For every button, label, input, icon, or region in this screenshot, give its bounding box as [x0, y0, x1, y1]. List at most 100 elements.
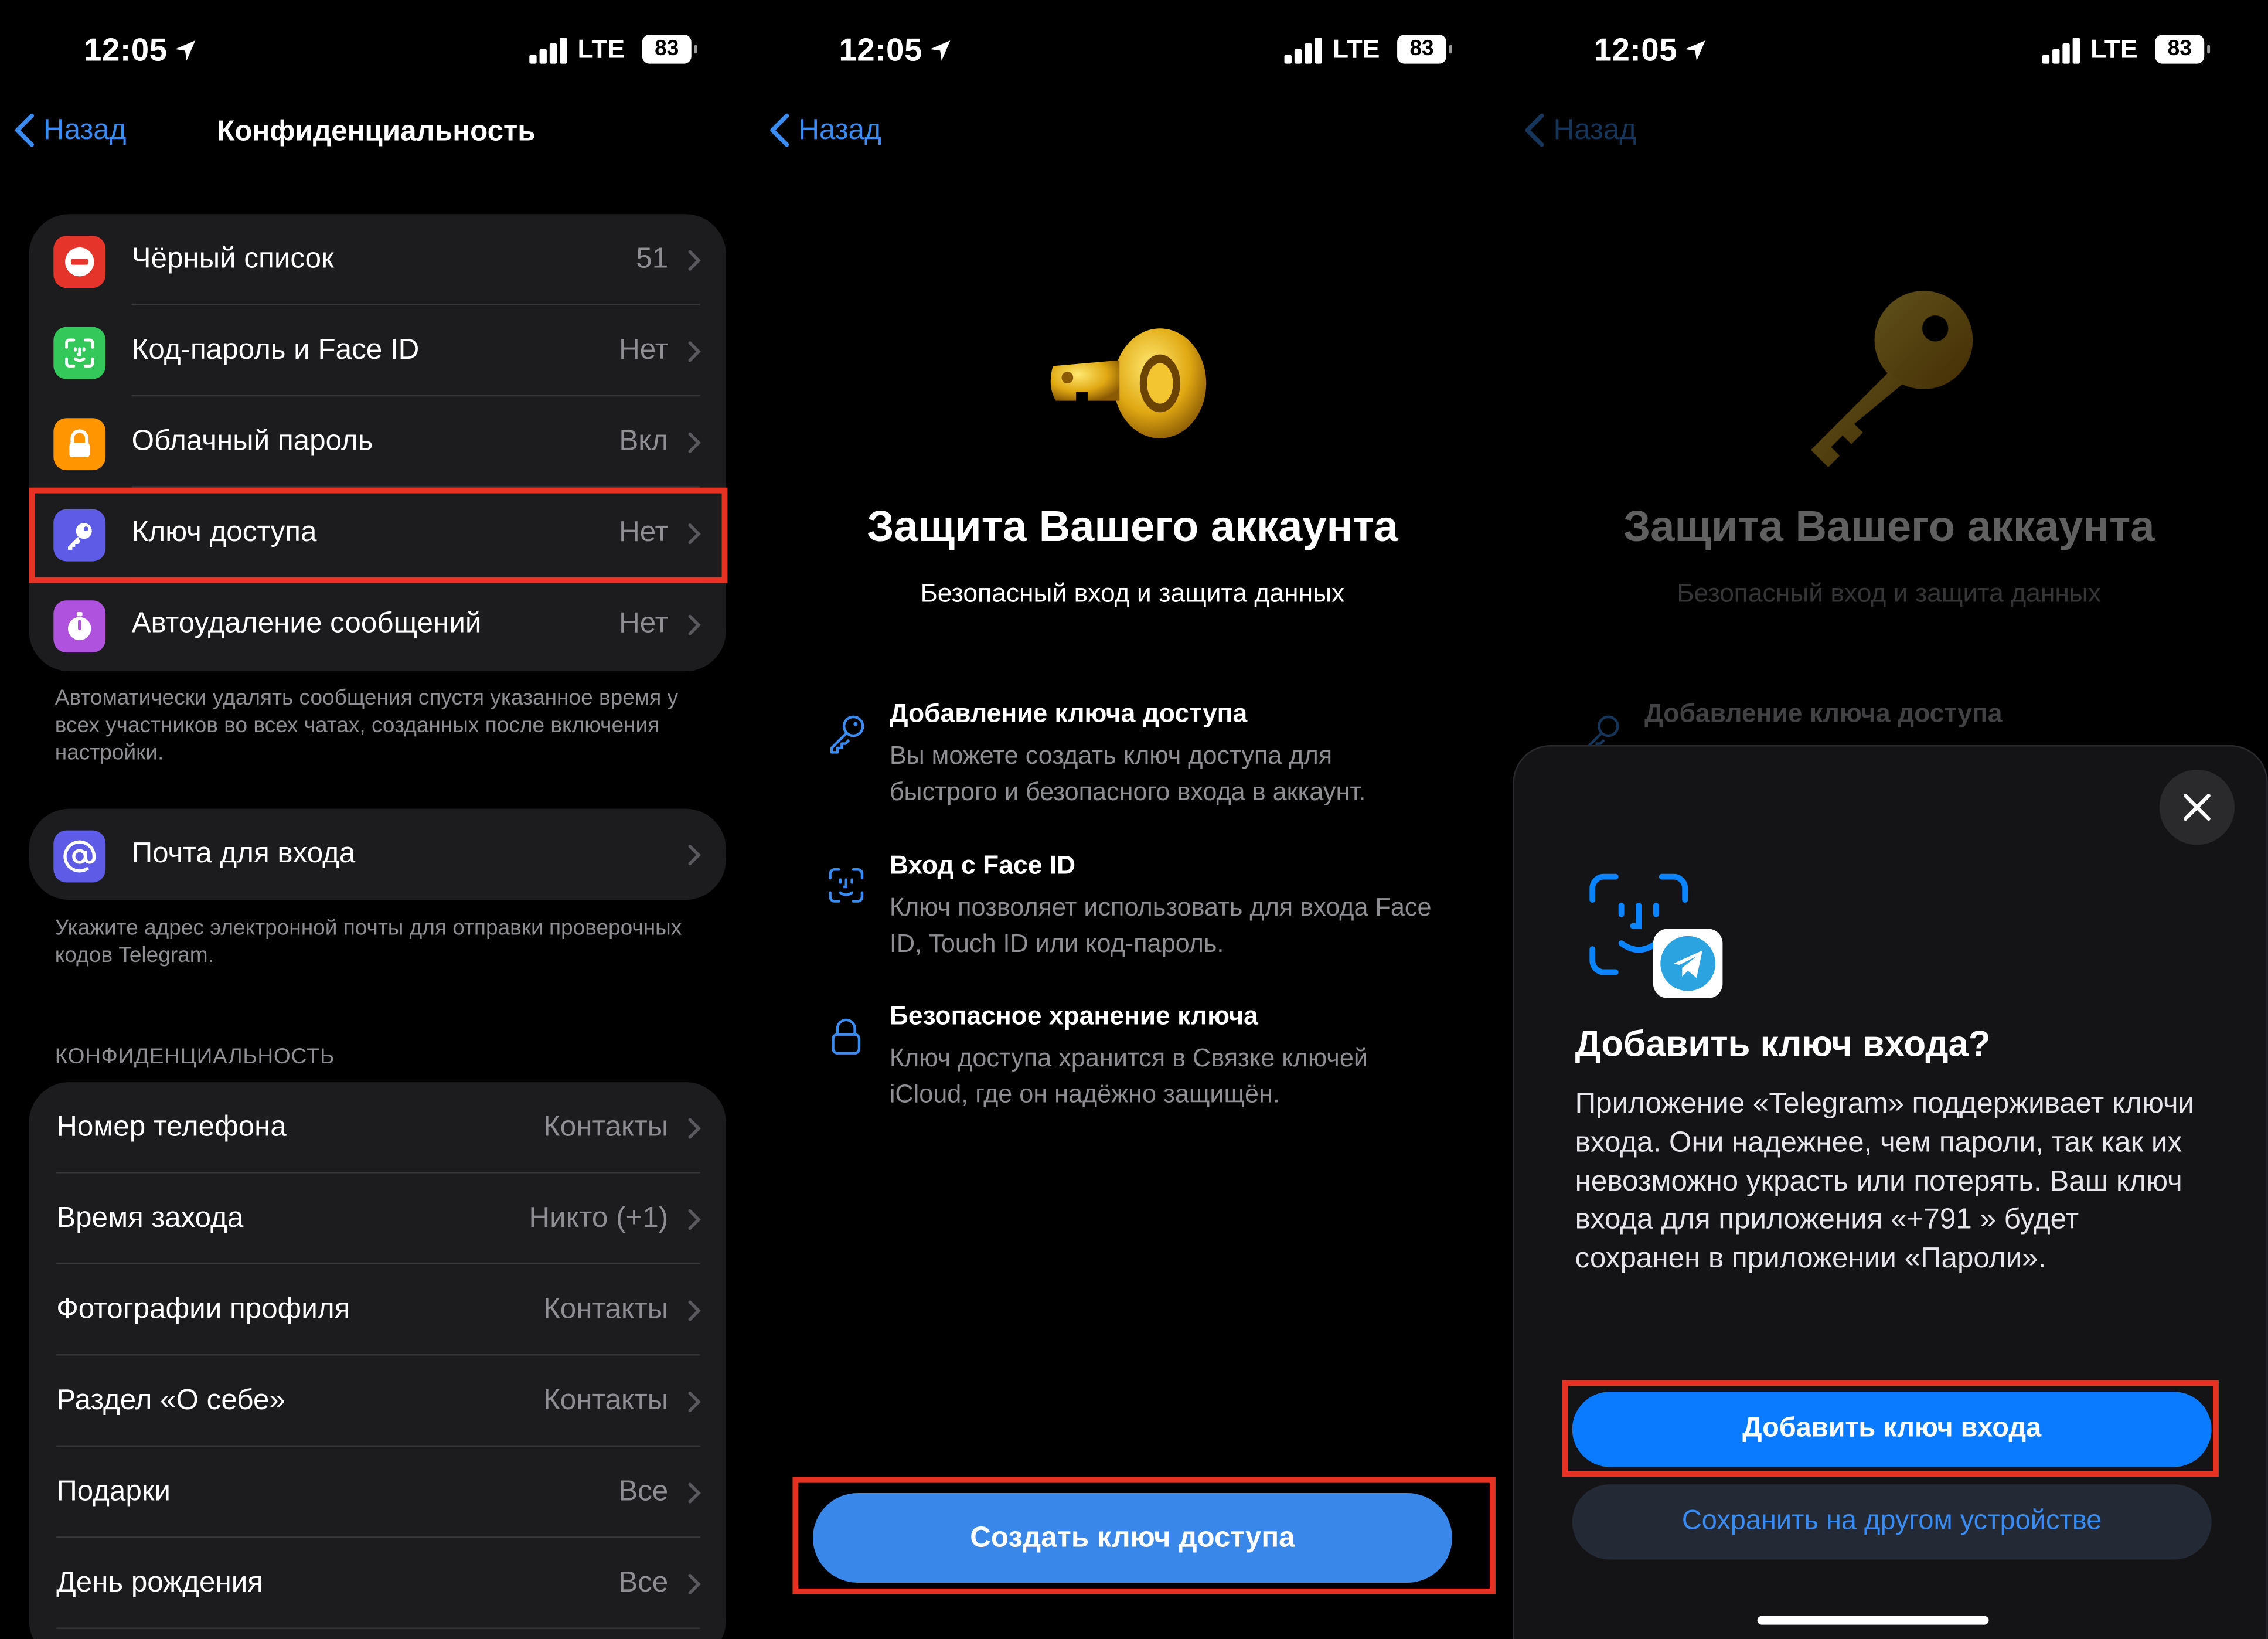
status-bar: 12:05 LTE 83 — [0, 26, 755, 75]
location-arrow-icon — [175, 40, 195, 61]
back-label: Назад — [1553, 113, 1637, 146]
feature-title: Добавление ключа доступа — [889, 699, 1248, 728]
row-bio[interactable]: Раздел «О себе» Контакты — [29, 1356, 726, 1447]
chevron-left-icon — [1525, 113, 1544, 147]
autodelete-note: Автоматически удалять сообщения спустя у… — [55, 685, 679, 766]
row-last-seen[interactable]: Время захода Никто (+1) — [29, 1174, 726, 1265]
privacy-section-header: КОНФИДЕНЦИАЛЬНОСТЬ — [55, 1044, 335, 1069]
privacy-group: Номер телефона Контакты Время захода Ник… — [29, 1082, 726, 1639]
network-type: LTE — [1332, 35, 1380, 64]
chevron-right-icon — [688, 845, 701, 866]
feature-description: Вы можете создать ключ доступа для быстр… — [889, 740, 1366, 805]
at-icon — [53, 830, 106, 883]
row-cloud-password[interactable]: Облачный пароль Вкл — [29, 396, 726, 488]
row-auto-delete[interactable]: Автоудаление сообщений Нет — [29, 579, 726, 669]
feature-title: Безопасное хранение ключа — [889, 1001, 1258, 1031]
timer-icon — [53, 600, 106, 653]
back-button[interactable]: Назад — [1524, 113, 1636, 148]
home-indicator[interactable] — [1757, 1616, 1989, 1625]
face-id-icon — [53, 327, 106, 379]
back-button[interactable]: Назад — [769, 113, 881, 148]
row-value: Нет — [619, 334, 669, 366]
hero-subtitle: Безопасный вход и защита данных — [1677, 579, 2102, 608]
location-arrow-icon — [929, 40, 950, 61]
highlight-box — [29, 487, 728, 583]
golden-key-icon — [1810, 291, 1973, 468]
chevron-right-icon — [688, 1118, 701, 1139]
row-login-email[interactable]: Почта для входа — [29, 809, 726, 900]
back-button[interactable]: Назад — [15, 113, 127, 148]
location-arrow-icon — [1684, 40, 1705, 61]
chevron-right-icon — [688, 1209, 701, 1230]
lock-icon — [53, 418, 106, 471]
chevron-right-icon — [688, 614, 701, 635]
block-icon — [53, 236, 106, 288]
highlight-box — [1562, 1380, 2219, 1477]
back-label: Назад — [43, 113, 127, 146]
separator — [56, 1627, 700, 1629]
chevron-left-icon — [770, 113, 789, 147]
battery-icon: 83 — [2155, 35, 2211, 64]
network-type: LTE — [577, 35, 625, 64]
row-label: Почта для входа — [131, 837, 356, 870]
hero-title: Защита Вашего аккаунта — [867, 503, 1398, 552]
row-profile-photos[interactable]: Фотографии профиля Контакты — [29, 1264, 726, 1356]
status-time: 12:05 — [1594, 32, 1707, 69]
row-value: Контакты — [543, 1293, 669, 1325]
signal-icon — [2042, 38, 2083, 64]
feature-title: Вход с Face ID — [889, 851, 1076, 880]
hero-subtitle: Безопасный вход и защита данных — [920, 579, 1345, 608]
row-value: 51 — [636, 243, 669, 275]
passkey-intro-screen: 12:05 LTE 83 Назад Защита Вашего аккаунт… — [755, 0, 1510, 1639]
chevron-right-icon — [688, 250, 701, 271]
status-time: 12:05 — [84, 32, 196, 69]
signal-icon — [529, 38, 570, 64]
highlight-box — [792, 1477, 1496, 1594]
passkey-dialog-screen: 12:05 LTE 83 Назад Защита Вашего аккаунт… — [1510, 0, 2268, 1639]
close-icon — [2183, 794, 2211, 821]
row-value: Все — [618, 1566, 669, 1599]
lock-outline-icon — [832, 1018, 861, 1055]
row-value: Никто (+1) — [529, 1202, 669, 1235]
chevron-right-icon — [688, 1573, 701, 1594]
face-id-telegram-icon — [1589, 873, 1723, 998]
row-label: Автоудаление сообщений — [131, 607, 482, 640]
row-label: День рождения — [56, 1566, 264, 1599]
row-value: Все — [618, 1475, 669, 1508]
row-gifts[interactable]: Подарки Все — [29, 1447, 726, 1538]
status-time: 12:05 — [839, 32, 951, 69]
sheet-body: Приложение «Telegram» поддерживает ключи… — [1575, 1087, 2195, 1275]
network-type: LTE — [2090, 35, 2138, 64]
chevron-right-icon — [688, 1482, 701, 1504]
email-group: Почта для входа — [29, 808, 726, 900]
row-value: Контакты — [543, 1384, 669, 1417]
row-label: Код-пароль и Face ID — [131, 334, 420, 366]
add-passkey-sheet: Добавить ключ входа? Приложение «Telegra… — [1513, 745, 2268, 1639]
battery-icon: 83 — [1397, 35, 1452, 64]
security-group: Чёрный список 51 Код-пароль и Face ID Не… — [29, 214, 726, 672]
key-outline-icon — [830, 715, 864, 754]
save-other-device-button[interactable]: Сохранить на другом устройстве — [1572, 1484, 2212, 1560]
golden-key-icon — [1050, 328, 1207, 438]
feature-description: Ключ доступа хранится в Связке ключей iC… — [889, 1043, 1368, 1108]
row-birthday[interactable]: День рождения Все — [29, 1538, 726, 1629]
row-label: Раздел «О себе» — [56, 1384, 285, 1417]
row-passcode-faceid[interactable]: Код-пароль и Face ID Нет — [29, 305, 726, 397]
row-phone-number[interactable]: Номер телефона Контакты — [29, 1082, 726, 1174]
row-blacklist[interactable]: Чёрный список 51 — [29, 214, 726, 305]
privacy-settings-screen: 12:05 LTE 83 Назад Конфиденциальность Чё… — [0, 0, 755, 1639]
close-button[interactable] — [2159, 769, 2235, 845]
row-value: Нет — [619, 607, 669, 640]
status-bar: 12:05 LTE 83 — [1510, 26, 2268, 75]
chevron-left-icon — [15, 113, 34, 147]
sheet-title: Добавить ключ входа? — [1575, 1024, 1991, 1065]
row-label: Облачный пароль — [131, 425, 373, 457]
row-label: Подарки — [56, 1475, 171, 1508]
status-bar: 12:05 LTE 83 — [755, 26, 1510, 75]
feature-description: Ключ позволяет использовать для входа Fa… — [889, 892, 1432, 957]
feature-title: Добавление ключа доступа — [1644, 699, 2003, 728]
row-label: Фотографии профиля — [56, 1293, 350, 1325]
page-title: Конфиденциальность — [217, 115, 536, 148]
signal-icon — [1284, 38, 1325, 64]
battery-icon: 83 — [642, 35, 697, 64]
